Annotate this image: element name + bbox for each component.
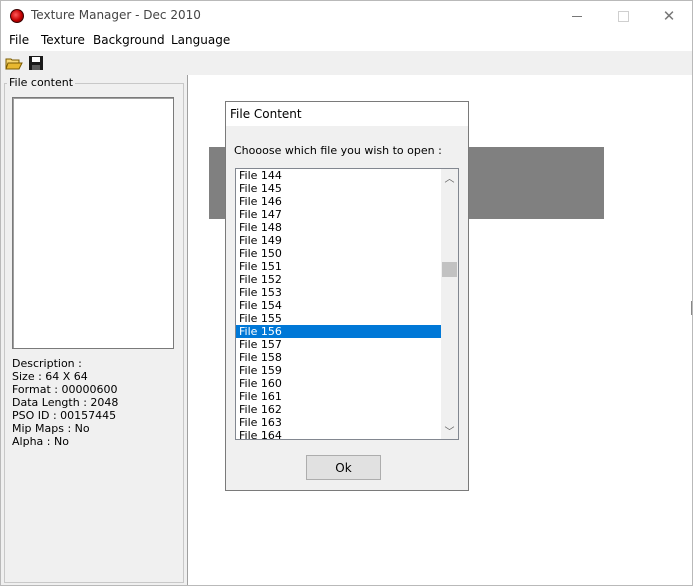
main-window: Texture Manager - Dec 2010 ✕ File Textur… bbox=[0, 0, 693, 586]
info-pso-id: PSO ID : 00157445 bbox=[12, 409, 117, 422]
info-size: Size : 64 X 64 bbox=[12, 370, 88, 383]
close-icon: ✕ bbox=[662, 7, 676, 25]
list-item[interactable]: File 156 bbox=[236, 325, 441, 338]
menu-bar: File Texture Background Language bbox=[1, 31, 692, 51]
file-listbox[interactable]: File 144 File 145 File 146 File 147 File 148… bbox=[235, 168, 459, 440]
app-icon bbox=[10, 9, 24, 23]
dialog-prompt: Chooose which file you wish to open : bbox=[234, 144, 442, 157]
list-item[interactable]: File 157 bbox=[236, 338, 441, 351]
splitter-mark bbox=[691, 301, 692, 315]
maximize-icon bbox=[617, 10, 629, 22]
scroll-down-button[interactable]: ﹀ bbox=[441, 422, 458, 439]
open-button[interactable] bbox=[5, 54, 23, 72]
dialog-title: File Content bbox=[230, 107, 302, 121]
maximize-button[interactable] bbox=[600, 1, 646, 31]
list-item[interactable]: File 148 bbox=[236, 221, 441, 234]
scroll-thumb[interactable] bbox=[442, 262, 457, 277]
list-item[interactable]: File 161 bbox=[236, 390, 441, 403]
list-item[interactable]: File 147 bbox=[236, 208, 441, 221]
list-item[interactable]: File 153 bbox=[236, 286, 441, 299]
close-button[interactable]: ✕ bbox=[646, 1, 692, 31]
left-panel: File content Description : Size : 64 X 6… bbox=[1, 75, 187, 585]
title-bar[interactable]: Texture Manager - Dec 2010 ✕ bbox=[1, 1, 692, 31]
list-item[interactable]: File 164 bbox=[236, 429, 441, 439]
list-item[interactable]: File 154 bbox=[236, 299, 441, 312]
info-data-length: Data Length : 2048 bbox=[12, 396, 119, 409]
list-item[interactable]: File 152 bbox=[236, 273, 441, 286]
group-label: File content bbox=[7, 76, 76, 89]
list-item[interactable]: File 159 bbox=[236, 364, 441, 377]
list-item[interactable]: File 150 bbox=[236, 247, 441, 260]
list-scrollbar[interactable]: ︿ ﹀ bbox=[441, 169, 458, 439]
list-item[interactable]: File 163 bbox=[236, 416, 441, 429]
menu-background[interactable]: Background bbox=[90, 33, 168, 47]
list-item[interactable]: File 149 bbox=[236, 234, 441, 247]
list-item[interactable]: File 158 bbox=[236, 351, 441, 364]
list-item[interactable]: File 151 bbox=[236, 260, 441, 273]
open-folder-icon bbox=[5, 58, 23, 70]
minimize-icon bbox=[572, 15, 582, 17]
menu-texture[interactable]: Texture bbox=[38, 33, 88, 47]
toolbar bbox=[1, 51, 692, 75]
save-button[interactable] bbox=[27, 54, 45, 72]
file-list: File 144 File 145 File 146 File 147 File 148… bbox=[236, 169, 441, 439]
list-item[interactable]: File 145 bbox=[236, 182, 441, 195]
floppy-save-icon bbox=[29, 56, 43, 70]
minimize-button[interactable] bbox=[554, 1, 600, 31]
list-item[interactable]: File 155 bbox=[236, 312, 441, 325]
list-item[interactable]: File 144 bbox=[236, 169, 441, 182]
info-mip-maps: Mip Maps : No bbox=[12, 422, 90, 435]
menu-language[interactable]: Language bbox=[168, 33, 233, 47]
texture-preview bbox=[12, 97, 174, 349]
info-description: Description : bbox=[12, 357, 82, 370]
window-title: Texture Manager - Dec 2010 bbox=[31, 8, 201, 22]
menu-file[interactable]: File bbox=[6, 33, 32, 47]
list-item[interactable]: File 146 bbox=[236, 195, 441, 208]
chevron-down-icon: ﹀ bbox=[444, 427, 455, 438]
dialog-title-bar[interactable]: File Content bbox=[226, 102, 468, 126]
ok-button[interactable]: Ok bbox=[306, 455, 381, 480]
chevron-up-icon: ︿ bbox=[444, 174, 455, 185]
list-item[interactable]: File 160 bbox=[236, 377, 441, 390]
list-item[interactable]: File 162 bbox=[236, 403, 441, 416]
info-alpha: Alpha : No bbox=[12, 435, 69, 448]
scroll-up-button[interactable]: ︿ bbox=[441, 169, 458, 186]
info-format: Format : 00000600 bbox=[12, 383, 118, 396]
file-content-dialog: File Content Chooose which file you wish… bbox=[225, 101, 469, 491]
